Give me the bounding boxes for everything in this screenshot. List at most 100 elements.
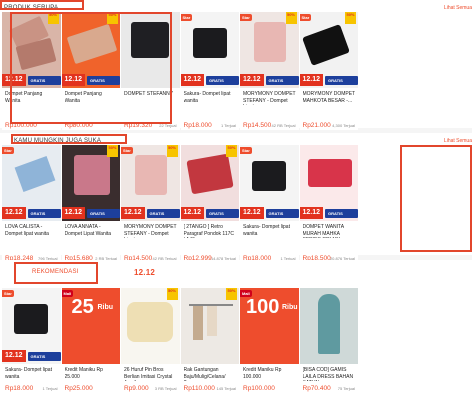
product-row: Star 12.12 GRATIS ONGKIR XTRA Sakura- Dom… — [2, 288, 472, 396]
product-card[interactable]: Star 50% 12.12 GRATIS ONGKIR XTRA MORYMON… — [121, 145, 180, 263]
promo-banner: 12.12 GRATIS ONGKIR XTRA — [2, 74, 61, 101]
promo-banner: 12.12 GRATIS ONGKIR XTRA — [240, 207, 299, 234]
product-name: LOVA CALISTA - Dompet lipat wanita — [5, 224, 49, 237]
section-title: PRODUK SERUPA — [4, 5, 59, 11]
see-all-link[interactable]: Lihat Semua — [444, 5, 472, 11]
product-name: Sakura- Dompet lipat wanita — [243, 224, 290, 237]
promo-banner: 12.12 GRATIS ONGKIR XTRA — [2, 207, 61, 234]
product-price: Rp18.000 — [5, 385, 34, 392]
product-row: 50% 12.12 GRATIS ONGKIR XTRA Dompet Panja… — [2, 12, 472, 130]
product-name: LOVA ANNATA - Dompet Lipat Wanita — [64, 224, 112, 237]
product-price: Rp70.400 — [302, 385, 331, 392]
product-name: Sakura- Dompet lipat wanita — [183, 91, 231, 104]
product-card[interactable]: 50% 12.12 GRATIS ONGKIR XTRA [ 2TANGO ] R… — [180, 145, 239, 263]
mall-tag: Mall — [240, 290, 252, 297]
credit-amount: 25 — [71, 296, 94, 318]
star-tag: Star — [121, 147, 133, 154]
product-price: Rp100.000 — [243, 385, 275, 392]
product-price: Rp9.000 — [124, 385, 149, 392]
product-card[interactable]: 50% Rak Gantungan Baju/Mulig/Celana/ Tas… — [180, 288, 239, 396]
product-card[interactable]: 50% 26 Huruf Pin Bros Berlian Imitasi Cr… — [121, 288, 180, 396]
product-name: MORYMONY DOMPET MAHKOTA BESAR -... — [302, 91, 356, 104]
see-all-link[interactable]: Lihat Semua — [444, 138, 472, 144]
product-name: Dompet Panjang Wanita — [5, 91, 43, 104]
product-price: Rp19.320 — [124, 122, 153, 129]
product-row: Star 12.12 GRATIS ONGKIR XTRA LOVA CALIST… — [2, 145, 472, 263]
promo-banner: 12.12 GRATIS ONGKIR XTRA — [180, 207, 239, 234]
product-card[interactable]: 12.12 GRATIS ONGKIR XTRA DOMPET WANITA MU… — [299, 145, 358, 263]
product-card[interactable]: Star 12.12 GRATIS ONGKIR XTRA Sakura- Dom… — [240, 145, 299, 263]
promo-banner: 12.12 GRATIS ONGKIR XTRA — [180, 74, 239, 101]
sold-count: 3 RB Terjual — [154, 386, 177, 391]
product-name: [ 2TANGO ] Retro Paragraf Pondok 117C / … — [183, 224, 235, 238]
similar-products-section: PRODUK SERUPA Lihat Semua 50% 12.12 GRATI… — [0, 0, 472, 130]
product-name: [BISA COD] GAMIS LAILA DRESS BAHAN KATUN… — [302, 367, 354, 381]
promo-banner: 12.12 GRATIS ONGKIR XTRA — [61, 207, 120, 234]
star-tag: Star — [299, 14, 312, 21]
product-name: MORYMONY DOMPET STEFANY - Dompet Lipat..… — [124, 224, 177, 238]
product-image: 25 Ribu — [61, 288, 120, 364]
product-card[interactable]: 25 Ribu Mall Kredit Maniku Rp 25.000 Rp2… — [61, 288, 120, 396]
promo-banner: 12.12 GRATIS ONGKIR XTRA — [299, 74, 358, 101]
product-price: Rp14.500 — [243, 122, 272, 129]
section-title: KAMU MUNGKIN JUGA SUKA — [14, 138, 102, 144]
product-card[interactable]: 50% 12.12 GRATIS ONGKIR XTRA Dompet Panja… — [2, 12, 61, 130]
product-card[interactable]: 50% 12.12 GRATIS ONGKIR XTRA LOVA ANNATA … — [61, 145, 120, 263]
product-name: DOMPET STEFANNY — [124, 91, 174, 97]
discount-badge: 50% — [47, 12, 59, 24]
discount-badge: 50% — [345, 12, 356, 24]
product-card[interactable]: Star 12.12 GRATIS ONGKIR XTRA Sakura- Dom… — [180, 12, 239, 130]
product-name: Kredit Maniku Rp 100.000 — [243, 367, 282, 380]
product-image — [299, 288, 358, 364]
product-card[interactable]: 100 Ribu Mall Kredit Maniku Rp 100.000 R… — [240, 288, 299, 396]
promo-label: 12.12 — [134, 268, 156, 277]
product-card[interactable]: Star 12.12 GRATIS ONGKIR XTRA Sakura- Dom… — [2, 288, 61, 396]
mall-tag: Mall — [61, 290, 74, 297]
star-tag: Star — [240, 14, 252, 21]
product-name: MORYMONY DOMPET STEFANY - Dompet Lipat..… — [243, 91, 296, 105]
promo-banner: 12.12 GRATIS ONGKIR XTRA — [240, 74, 299, 101]
product-card[interactable]: Star 12.12 GRATIS ONGKIR XTRA LOVA CALIST… — [2, 145, 61, 263]
product-name: Sakura- Dompet lipat wanita — [5, 367, 52, 380]
product-price: Rp21.000 — [302, 122, 331, 129]
recommendation-section: REKOMENDASI 12.12 Star 12.12 GRATIS ONGKI… — [0, 260, 472, 398]
product-card[interactable]: Star 50% 12.12 GRATIS ONGKIR XTRA MORYMON… — [299, 12, 358, 130]
product-card[interactable]: [BISA COD] GAMIS LAILA DRESS BAHAN KATUN… — [299, 288, 358, 396]
discount-badge: 50% — [226, 288, 237, 300]
star-tag: Star — [2, 290, 14, 297]
star-tag: Star — [240, 147, 252, 154]
star-tag: Star — [180, 14, 193, 21]
product-card[interactable]: 50% 12.12 GRATIS ONGKIR XTRA Dompet Panja… — [61, 12, 120, 130]
product-name: DOMPET WANITA MURAH MAHKA SERIES ORI MY.… — [302, 224, 344, 238]
promo-banner: 12.12 GRATIS ONGKIR XTRA — [121, 207, 180, 234]
product-card[interactable]: DOMPET STEFANNY Rp19.320 22 Terjual — [121, 12, 180, 130]
discount-badge: 50% — [107, 12, 118, 24]
product-price: Rp18.000 — [183, 122, 212, 129]
product-price: Rp25.000 — [64, 385, 93, 392]
sold-count: 4,300 Terjual — [332, 123, 355, 128]
product-card[interactable]: Star 50% 12.12 GRATIS ONGKIR XTRA MORYMON… — [240, 12, 299, 130]
product-name: 26 Huruf Pin Bros Berlian Imitasi Crysta… — [124, 367, 173, 381]
product-name: Rak Gantungan Baju/Mulig/Celana/ Tas... — [183, 367, 226, 381]
sold-count: 145 Terjual — [216, 386, 237, 391]
sold-count: 1 Terjual — [220, 123, 236, 128]
product-name: Dompet Panjang Wanita — [64, 91, 102, 104]
promo-banner: 12.12 GRATIS ONGKIR XTRA — [299, 207, 358, 234]
product-price: Rp100.000 — [5, 122, 37, 129]
credit-unit: Ribu — [282, 304, 298, 311]
product-image — [121, 12, 180, 88]
product-price: Rp110.000 — [183, 385, 215, 392]
sold-count: 42 RB Terjual — [271, 123, 296, 128]
credit-unit: Ribu — [97, 304, 114, 311]
you-may-like-section: KAMU MUNGKIN JUGA SUKA Lihat Semua Star … — [0, 133, 472, 263]
star-tag: Star — [2, 147, 14, 154]
discount-badge: 50% — [166, 145, 178, 157]
discount-badge: 50% — [166, 288, 178, 300]
sold-count: 22 Terjual — [159, 123, 177, 128]
promo-banner: 12.12 GRATIS ONGKIR XTRA — [61, 74, 120, 101]
promo-banner: 12.12 GRATIS ONGKIR XTRA — [2, 350, 61, 377]
section-title: REKOMENDASI — [32, 269, 79, 275]
product-image: 100 Ribu — [240, 288, 299, 364]
sold-count: 75 Terjual — [337, 386, 355, 391]
discount-badge: 50% — [226, 145, 237, 157]
